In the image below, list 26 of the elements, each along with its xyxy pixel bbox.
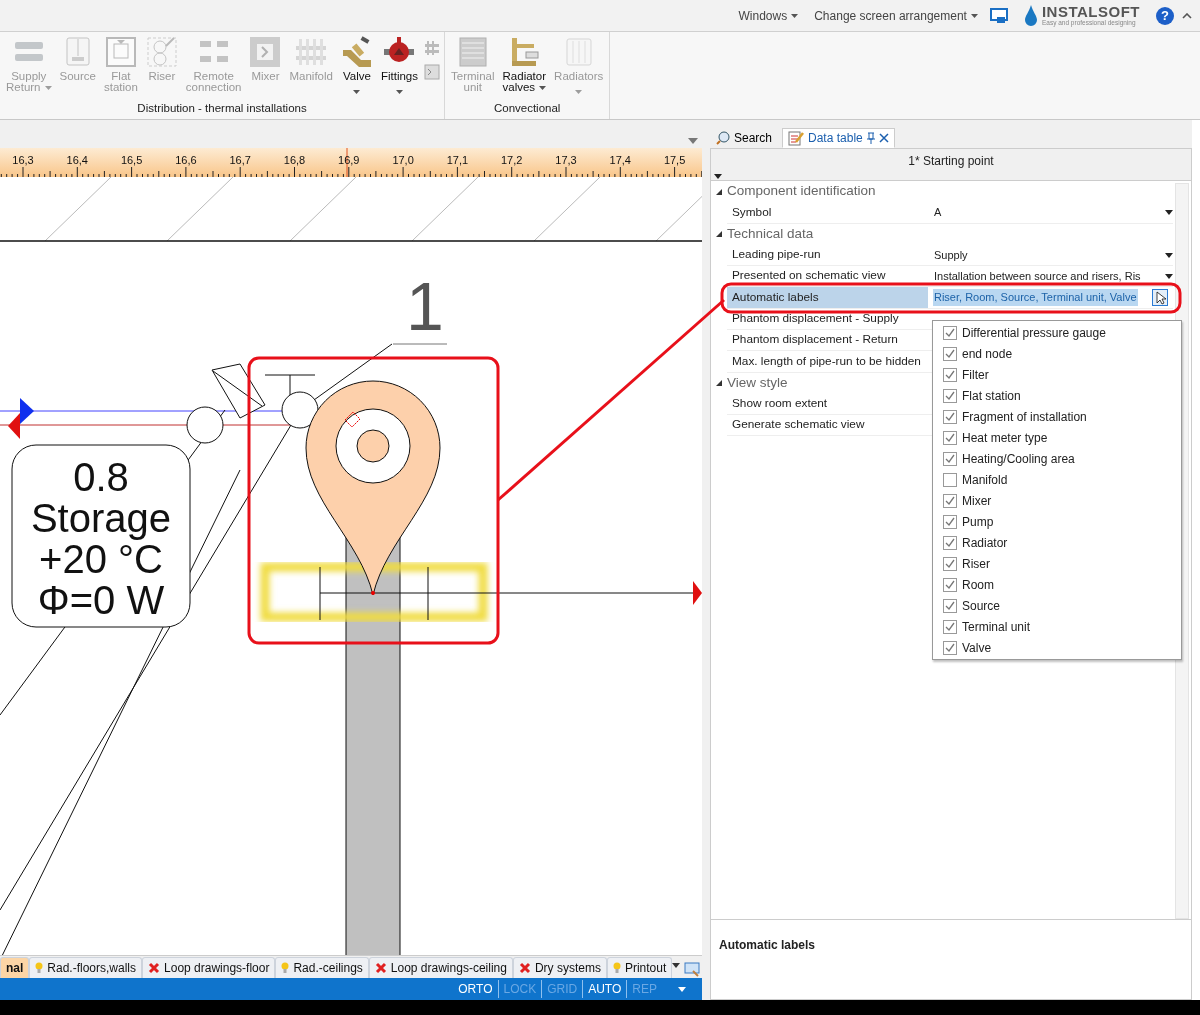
ruler-label: 16,6 [175, 154, 197, 166]
node-label: 0.8 [73, 455, 129, 499]
ruler-label: 17,1 [446, 154, 469, 166]
ruler-label: 17,0 [392, 154, 414, 166]
description-title: Automatic labels [719, 938, 816, 953]
property-value: A [932, 205, 943, 221]
ruler-label: 17,3 [555, 154, 577, 166]
group-label: Convectional [492, 101, 562, 116]
group-label: Distribution - thermal installations [136, 101, 308, 116]
node-label: Φ=0 W [37, 578, 165, 622]
node-label: Storage [30, 496, 172, 540]
ruler-label: 16,7 [229, 154, 251, 166]
ruler-label: 16,5 [120, 154, 143, 166]
ruler-label: 17,5 [663, 154, 686, 166]
ruler-label: 16,8 [283, 154, 306, 166]
property-value: Supply [932, 247, 969, 263]
ruler-label: 16,4 [66, 154, 88, 166]
property-value: Riser, Room, Source, Terminal unit, Valve [932, 289, 1138, 306]
ruler-label: 17,4 [609, 154, 631, 166]
ruler-label: 16,3 [12, 154, 34, 166]
node-number: 1 [406, 268, 444, 344]
panel-title: 1* Starting point [908, 153, 994, 170]
logo-text: INSTALSOFT [1041, 4, 1140, 19]
ruler-label: 17,2 [501, 154, 523, 166]
property-value: Installation between source and risers, Ris [932, 269, 1142, 284]
ruler-label: 16,9 [338, 154, 360, 166]
